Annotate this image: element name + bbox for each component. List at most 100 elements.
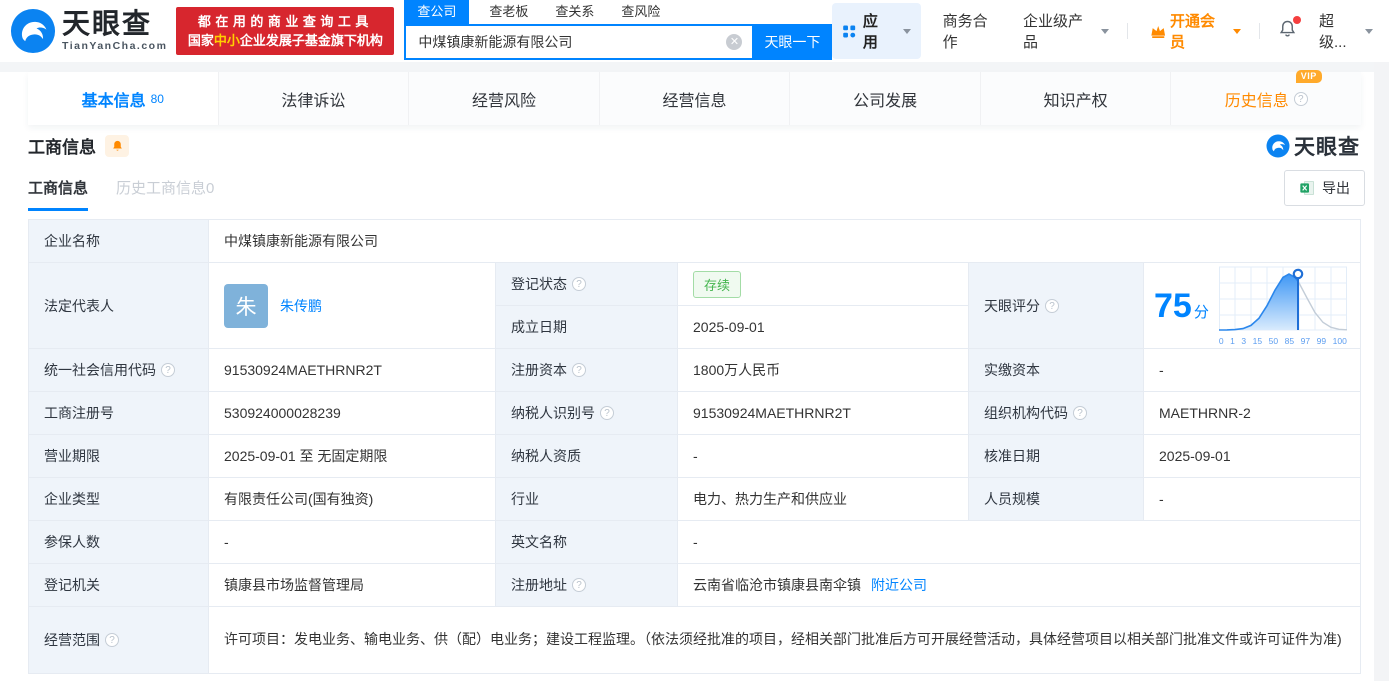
business-info-table: 企业名称 中煤镇康新能源有限公司 法定代表人 朱 朱传鹏 登记状态? 存续 成立…	[28, 219, 1361, 674]
reg-number-value: 530924000028239	[209, 392, 496, 435]
field-label: 成立日期	[496, 306, 678, 349]
field-label: 组织机构代码?	[969, 392, 1144, 435]
field-label: 登记机关	[29, 564, 209, 607]
help-icon[interactable]: ?	[572, 277, 586, 291]
field-label: 纳税人识别号?	[496, 392, 678, 435]
field-label: 行业	[496, 478, 678, 521]
subtab-business-registration[interactable]: 工商信息	[28, 177, 89, 211]
insured-count-value: -	[209, 521, 496, 564]
score-axis-tick: 50	[1268, 335, 1279, 346]
score-distribution-chart: 0 1 3 15 50 85 97 99 100	[1218, 266, 1347, 346]
score-value: 75	[1154, 286, 1192, 325]
establish-date-value: 2025-09-01	[678, 306, 969, 349]
search-tab-boss[interactable]: 查老板	[489, 1, 528, 24]
help-icon[interactable]: ?	[161, 363, 175, 377]
search-button[interactable]: 天眼一下	[752, 24, 833, 60]
brand-domain: TianYanCha.com	[62, 40, 168, 53]
nearby-companies-link[interactable]: 附近公司	[871, 575, 927, 595]
field-label: 法定代表人	[29, 263, 209, 349]
field-label: 企业类型	[29, 478, 209, 521]
score-axis-tick: 85	[1284, 335, 1295, 346]
avatar[interactable]: 朱	[224, 283, 268, 328]
score-axis-tick: 97	[1300, 335, 1311, 346]
field-label: 统一社会信用代码?	[29, 349, 209, 392]
tab-business-info[interactable]: 经营信息	[599, 72, 791, 125]
field-label: 人员规模	[969, 478, 1144, 521]
export-button[interactable]: 导出	[1284, 170, 1365, 206]
tab-legal-litigation[interactable]: 法律诉讼	[218, 72, 410, 125]
field-label: 注册资本?	[496, 349, 678, 392]
tab-company-development[interactable]: 公司发展	[790, 72, 981, 125]
search-tab-risk[interactable]: 查风险	[621, 1, 660, 24]
tianyancha-logo-icon	[1266, 134, 1290, 158]
search-tabs: 查公司 查老板 查关系 查风险	[404, 0, 832, 24]
section-subtabs: 工商信息 历史工商信息0	[28, 177, 242, 211]
search-tab-relation[interactable]: 查关系	[555, 1, 594, 24]
slogan-line2: 国家中小企业发展子基金旗下机构	[187, 33, 383, 48]
tianyan-score-cell[interactable]: 75 分 0 1 3 15 50 85 97 99 100	[1144, 263, 1361, 349]
search-input[interactable]	[404, 24, 753, 60]
chevron-down-icon	[902, 28, 911, 34]
logo-text: 天眼查 TianYanCha.com	[62, 10, 167, 52]
top-nav: 应用 商务合作 企业级产品 开通会员 超级...	[832, 3, 1373, 59]
nav-business-cooperation[interactable]: 商务合作	[943, 10, 1001, 52]
slogan-banner: 都在用的商业查询工具 国家中小企业发展子基金旗下机构	[176, 7, 395, 55]
excel-icon	[1300, 181, 1314, 195]
company-type-value: 有限责任公司(国有独资)	[209, 478, 496, 521]
company-tabbar: 基本信息 80 法律诉讼 经营风险 经营信息 公司发展 知识产权 历史信息 VIP…	[28, 69, 1362, 125]
section-header: 工商信息	[28, 133, 129, 158]
notifications-bell[interactable]	[1278, 16, 1301, 43]
score-axis-tick: 15	[1252, 335, 1263, 346]
subtab-history-registration[interactable]: 历史工商信息0	[116, 177, 214, 211]
field-label: 注册地址?	[496, 564, 678, 607]
field-label: 天眼评分?	[969, 263, 1144, 349]
score-marker-pin	[1292, 268, 1304, 279]
reg-authority-value: 镇康县市场监督管理局	[209, 564, 496, 607]
field-label: 核准日期	[969, 435, 1144, 478]
nav-enterprise-products[interactable]: 企业级产品	[1023, 10, 1109, 52]
score-axis-tick: 3	[1241, 335, 1247, 346]
tab-history-info[interactable]: 历史信息 VIP ?	[1171, 69, 1362, 125]
chevron-down-icon	[1233, 28, 1242, 34]
tab-basic-info[interactable]: 基本信息 80	[28, 72, 219, 125]
legal-rep-link[interactable]: 朱传鹏	[280, 296, 322, 316]
tab-operating-risk[interactable]: 经营风险	[409, 72, 600, 125]
bell-icon	[112, 140, 122, 151]
apps-menu-button[interactable]: 应用	[832, 3, 921, 59]
slogan-line1: 都在用的商业查询工具	[197, 14, 373, 29]
score-axis-tick: 99	[1316, 335, 1327, 346]
help-icon[interactable]: ?	[1073, 406, 1087, 420]
divider	[1126, 23, 1128, 39]
field-label: 英文名称	[496, 521, 678, 564]
search-area: 查公司 查老板 查关系 查风险 ✕ 天眼一下	[404, 0, 833, 60]
legal-rep-cell: 朱 朱传鹏	[209, 263, 496, 349]
staff-size-value: -	[1144, 478, 1361, 521]
field-label: 经营范围?	[29, 607, 209, 674]
help-icon[interactable]: ?	[572, 363, 586, 377]
crown-icon	[1150, 25, 1165, 38]
english-name-value: -	[678, 521, 1361, 564]
industry-value: 电力、热力生产和供应业	[678, 478, 969, 521]
taxpayer-id-value: 91530924MAETHRNR2T	[678, 392, 969, 435]
help-icon[interactable]: ?	[600, 406, 614, 420]
field-label: 实缴资本	[969, 349, 1144, 392]
reg-address-value: 云南省临沧市镇康县南伞镇 附近公司	[678, 564, 1361, 607]
help-icon[interactable]: ?	[105, 633, 119, 647]
score-axis-tick: 0	[1218, 335, 1224, 346]
score-unit: 分	[1193, 304, 1209, 321]
score-axis-tick: 100	[1332, 335, 1347, 346]
business-scope-value: 许可项目：发电业务、输电业务、供（配）电业务；建设工程监理。（依法须经批准的项目…	[209, 607, 1361, 674]
nav-super-vip[interactable]: 超级...	[1319, 10, 1373, 52]
credit-code-value: 91530924MAETHRNR2T	[209, 349, 496, 392]
help-icon[interactable]: ?	[572, 578, 586, 592]
nav-open-membership[interactable]: 开通会员	[1150, 10, 1242, 52]
help-icon[interactable]: ?	[1293, 91, 1308, 106]
monitor-bell-button[interactable]	[105, 134, 129, 157]
scrollbar[interactable]	[1374, 62, 1389, 681]
reg-capital-value: 1800万人民币	[678, 349, 969, 392]
tab-intellectual-property[interactable]: 知识产权	[980, 72, 1172, 125]
search-tab-company[interactable]: 查公司	[404, 0, 470, 24]
field-label: 工商注册号	[29, 392, 209, 435]
tianyancha-logo[interactable]: 天眼查 TianYanCha.com	[10, 8, 167, 54]
help-icon[interactable]: ?	[1045, 298, 1059, 313]
